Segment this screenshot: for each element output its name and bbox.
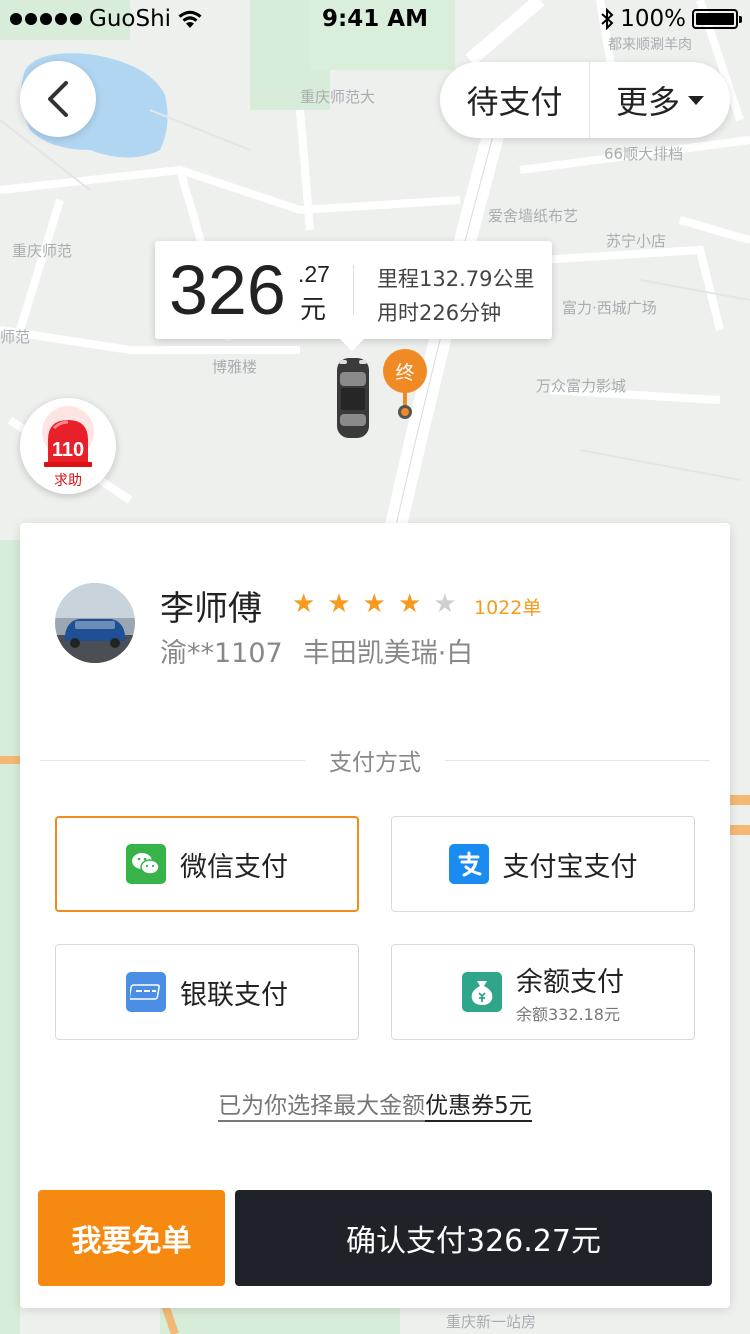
map-label: 重庆师范	[12, 242, 73, 260]
more-label: 更多	[615, 83, 680, 121]
sos-label: 求助	[54, 473, 82, 489]
map-label: 富力·西城广场	[562, 299, 657, 317]
payment-option-alipay[interactable]: 支付宝支付	[391, 816, 695, 912]
payment-option-label: 支付宝支付	[502, 851, 638, 883]
payment-section-title: 支付方式	[305, 743, 445, 777]
car-model: 丰田凯美瑞·白	[302, 638, 474, 669]
map-label: 重庆师范大	[300, 88, 376, 106]
map-label: 66顺大排档	[604, 145, 684, 163]
map-label: 重庆新一站房	[446, 1313, 537, 1331]
payment-option-label: 余额支付	[516, 966, 624, 998]
order-header-pill: 待支付 更多	[440, 62, 730, 138]
battery-percent: 100%	[620, 6, 686, 32]
fare-bubble: 326 .27 元 里程132.79公里 用时226分钟	[155, 241, 552, 351]
license-plate: 渝**1107	[160, 638, 283, 669]
trip-duration: 用时226分钟	[377, 301, 502, 325]
driver-name: 李师傅	[160, 589, 262, 629]
car-icon	[337, 358, 369, 438]
confirm-payment-button[interactable]: 确认支付326.27元	[235, 1190, 712, 1286]
alipay-icon	[448, 844, 489, 884]
payment-option-label: 微信支付	[180, 851, 288, 883]
balance-icon	[462, 972, 502, 1012]
coupon-amount: 优惠券5元	[425, 1093, 532, 1122]
driver-order-count: 1022单	[474, 597, 542, 619]
sos-button[interactable]: 110 求助	[20, 398, 116, 494]
fare-decimal: .27	[298, 261, 330, 287]
vehicle-info: 渝**1107 丰田凯美瑞·白	[160, 631, 473, 670]
chevron-left-icon	[48, 81, 68, 117]
status-bar: GuoShi 9:41 AM 100%	[0, 0, 750, 40]
fare-integer: 326	[169, 251, 286, 329]
map-label: 爱舍墙纸布艺	[488, 207, 579, 225]
star-icon: ★	[433, 589, 457, 619]
fare-unit: 元	[300, 295, 327, 325]
star-icon: ★	[292, 589, 316, 619]
payment-option-balance[interactable]: 余额支付 余额332.18元	[391, 944, 695, 1040]
wechat-pay-icon	[126, 844, 166, 884]
map-label: 苏宁小店	[606, 232, 667, 250]
driver-avatar	[55, 583, 135, 663]
map-label: 师范	[0, 328, 31, 346]
more-menu-button[interactable]: 更多	[590, 77, 730, 123]
payment-option-label: 银联支付	[180, 979, 288, 1011]
payment-option-wechat[interactable]: 微信支付	[55, 816, 359, 912]
coupon-prefix: 已为你选择最大金额	[218, 1093, 426, 1122]
back-button[interactable]	[20, 61, 96, 137]
coupon-link[interactable]: 已为你选择最大金额优惠券5元	[20, 1086, 730, 1122]
battery-icon	[692, 9, 742, 29]
order-status-label: 待支付	[466, 83, 563, 121]
map-label: 万众富力影城	[536, 377, 627, 395]
destination-marker: 终	[383, 349, 427, 419]
fare-divider	[353, 265, 354, 315]
destination-marker-label: 终	[383, 349, 427, 393]
trip-distance: 里程132.79公里	[377, 267, 535, 291]
star-icon: ★	[327, 589, 351, 619]
map-label: 博雅楼	[212, 358, 258, 376]
balance-amount: 余额332.18元	[516, 1004, 620, 1024]
star-icon: ★	[362, 589, 386, 619]
caret-down-icon	[688, 95, 704, 105]
star-icon: ★	[397, 589, 422, 619]
free-order-button[interactable]: 我要免单	[38, 1190, 225, 1286]
unionpay-icon	[126, 972, 166, 1012]
bluetooth-icon	[601, 8, 614, 30]
payment-option-unionpay[interactable]: 银联支付	[55, 944, 359, 1040]
order-payment-card: 李师傅 ★ ★ ★ ★ ★ 1022单 渝**1107 丰田凯美瑞·白 支付方式 微信支付…	[20, 523, 730, 1308]
sos-number: 110	[51, 439, 85, 461]
driver-rating: ★ ★ ★ ★ ★	[292, 589, 457, 619]
